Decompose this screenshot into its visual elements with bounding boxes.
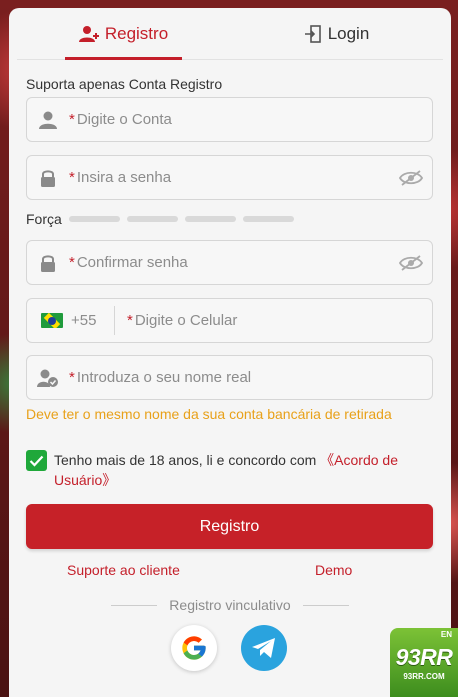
account-placeholder: Digite o Conta bbox=[76, 111, 172, 128]
required-mark: * bbox=[69, 254, 75, 271]
google-icon bbox=[182, 636, 206, 660]
name-placeholder: Introduza o seu nome real bbox=[76, 369, 252, 386]
user-verified-icon bbox=[27, 368, 69, 388]
required-mark: * bbox=[69, 169, 75, 186]
strength-bar bbox=[126, 216, 178, 222]
strength-bar bbox=[184, 216, 236, 222]
brazil-flag-icon bbox=[41, 313, 63, 328]
strength-label: Força bbox=[26, 211, 62, 227]
confirm-password-field[interactable]: * Confirmar senha bbox=[26, 240, 433, 285]
password-placeholder: Insira a senha bbox=[76, 169, 172, 186]
lock-icon bbox=[27, 253, 69, 273]
tab-register-label: Registro bbox=[104, 23, 169, 43]
register-card: Registro Login Suporta apenas Conta Regi… bbox=[9, 8, 451, 697]
tab-register[interactable]: Registro bbox=[17, 8, 230, 60]
account-field[interactable]: * Digite o Conta bbox=[26, 97, 433, 142]
user-add-icon bbox=[78, 25, 99, 43]
login-door-icon bbox=[304, 24, 322, 43]
account-type-hint: Suporta apenas Conta Registro bbox=[26, 76, 223, 92]
real-name-field[interactable]: * Introduza o seu nome real bbox=[26, 355, 433, 400]
demo-link[interactable]: Demo bbox=[315, 562, 352, 578]
eye-off-icon[interactable] bbox=[390, 254, 432, 272]
social-login bbox=[9, 625, 451, 671]
telegram-icon bbox=[252, 638, 275, 658]
country-code: +55 bbox=[71, 312, 97, 329]
required-mark: * bbox=[69, 369, 75, 386]
brand-logo-text: 93RR bbox=[395, 644, 453, 670]
telegram-login-button[interactable] bbox=[241, 625, 287, 671]
password-field[interactable]: * Insira a senha bbox=[26, 155, 433, 200]
divider-line bbox=[111, 604, 158, 606]
badge-corner: EN bbox=[440, 630, 452, 639]
confirm-placeholder: Confirmar senha bbox=[76, 254, 188, 271]
google-login-button[interactable] bbox=[171, 625, 217, 671]
tab-bar: Registro Login bbox=[17, 8, 443, 60]
agreement-checkbox[interactable] bbox=[26, 450, 47, 471]
eye-off-icon[interactable] bbox=[390, 169, 432, 187]
agreement-text: Tenho mais de 18 anos, li e concordo com bbox=[54, 452, 321, 468]
divider-line bbox=[302, 604, 349, 606]
phone-field[interactable]: +55 * Digite o Celular bbox=[26, 298, 433, 343]
tab-login-label: Login bbox=[327, 23, 370, 43]
lock-icon bbox=[27, 168, 69, 188]
social-divider: Registro vinculativo bbox=[9, 597, 451, 613]
tab-login[interactable]: Login bbox=[230, 8, 443, 59]
strength-bar bbox=[242, 216, 294, 222]
register-button[interactable]: Registro bbox=[26, 504, 433, 549]
social-divider-label: Registro vinculativo bbox=[169, 597, 291, 613]
age-agreement: Tenho mais de 18 anos, li e concordo com… bbox=[26, 450, 426, 490]
phone-placeholder: Digite o Celular bbox=[134, 312, 238, 329]
customer-support-link[interactable]: Suporte ao cliente bbox=[67, 562, 180, 578]
user-icon bbox=[27, 110, 69, 130]
password-strength: Força bbox=[26, 211, 294, 227]
required-mark: * bbox=[127, 312, 133, 329]
checkmark-icon bbox=[29, 455, 44, 467]
brand-domain: 93RR.COM bbox=[403, 672, 445, 681]
strength-bar bbox=[68, 216, 120, 222]
required-mark: * bbox=[69, 111, 75, 128]
country-code-selector[interactable]: +55 bbox=[27, 306, 115, 335]
name-warning: Deve ter o mesmo nome da sua conta bancá… bbox=[26, 406, 392, 422]
brand-badge[interactable]: EN 93RR 93RR.COM bbox=[390, 628, 458, 697]
